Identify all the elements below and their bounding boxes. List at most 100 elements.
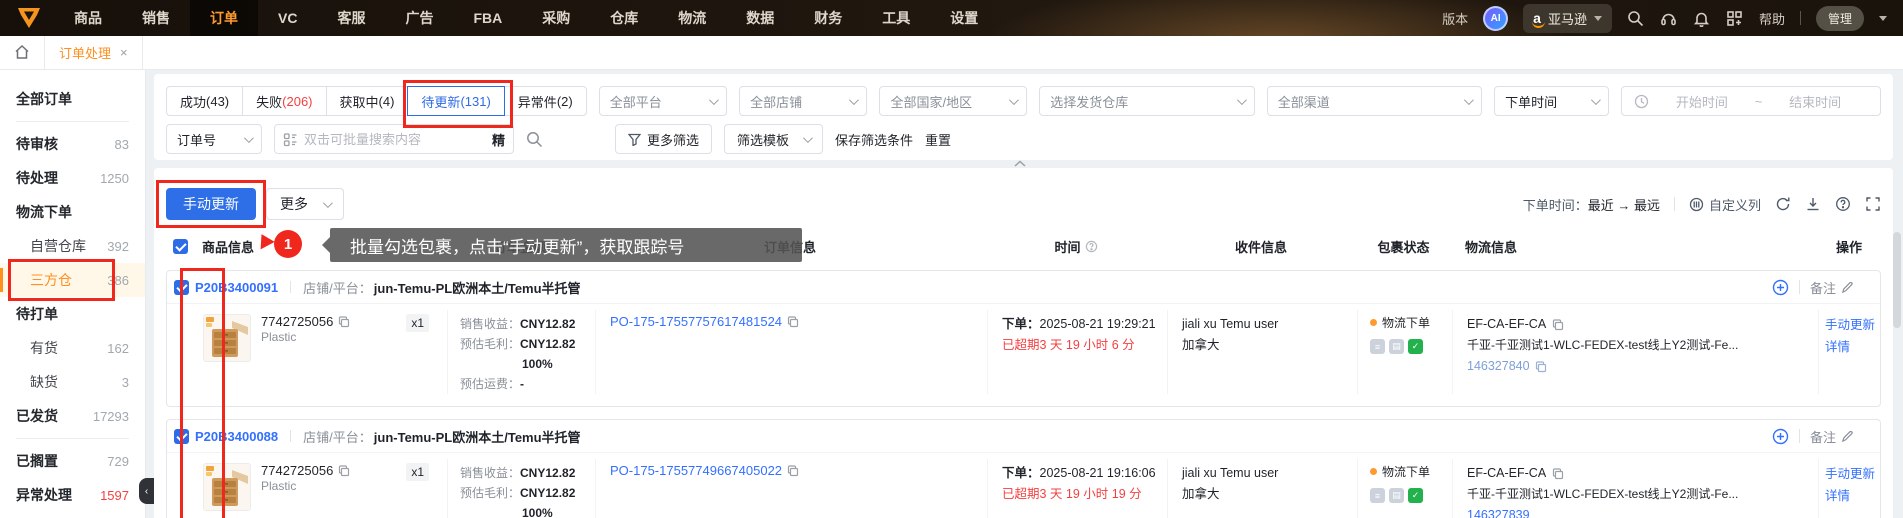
save-filter-link[interactable]: 保存筛选条件: [835, 130, 913, 149]
close-icon[interactable]: ×: [120, 45, 128, 60]
filter-template-button[interactable]: 筛选模板: [724, 124, 824, 154]
product-image[interactable]: [203, 463, 251, 511]
more-actions-button[interactable]: 更多: [266, 188, 344, 220]
sidebar-item-on-hold[interactable]: 已搁置 729: [16, 444, 129, 478]
copy-icon[interactable]: [787, 464, 799, 477]
label-doc-icon[interactable]: ▤: [1389, 339, 1404, 354]
end-date-field[interactable]: 结束时间: [1762, 92, 1868, 111]
store-select[interactable]: 全部店铺: [739, 86, 868, 116]
product-image[interactable]: [203, 314, 251, 362]
status-tab-success[interactable]: 成功 (43): [166, 86, 244, 116]
help-circle-icon[interactable]: [1835, 196, 1851, 212]
copy-icon[interactable]: [338, 315, 350, 328]
select-all-checkbox[interactable]: [172, 238, 188, 254]
menu-item-sales[interactable]: 销售: [122, 0, 190, 36]
menu-item-finance[interactable]: 财务: [794, 0, 862, 36]
plus-circle-icon[interactable]: [1772, 279, 1789, 296]
copy-icon[interactable]: [1552, 467, 1564, 480]
headset-icon[interactable]: [1660, 9, 1678, 27]
status-tab-failed[interactable]: 失败 (206): [242, 86, 327, 116]
question-circle-icon[interactable]: [1085, 240, 1098, 253]
home-tab-button[interactable]: [0, 35, 44, 69]
manual-update-button[interactable]: 手动更新: [156, 180, 266, 228]
note-button[interactable]: 备注: [1810, 427, 1854, 446]
copy-icon[interactable]: [1535, 360, 1547, 373]
batch-search-icon[interactable]: [283, 132, 298, 147]
marketplace-switcher[interactable]: a 亚马逊: [1523, 3, 1612, 33]
po-number-link[interactable]: PO-175-17557749667405022: [610, 463, 799, 478]
menu-item-ads[interactable]: 广告: [385, 0, 453, 36]
row-checkbox[interactable]: [173, 279, 189, 295]
copy-icon[interactable]: [787, 315, 799, 328]
tab-order-processing[interactable]: 订单处理 ×: [44, 35, 143, 69]
menu-item-logistics[interactable]: 物流: [658, 0, 726, 36]
version-link[interactable]: 版本: [1442, 9, 1468, 28]
time-type-select[interactable]: 下单时间: [1494, 86, 1609, 116]
tracking-number-link[interactable]: 146327839: [1467, 505, 1530, 518]
chevron-down-icon[interactable]: [1879, 15, 1887, 21]
brand-logo-icon[interactable]: [14, 3, 44, 33]
sidebar-item-in-stock[interactable]: 有货 162: [16, 331, 129, 365]
menu-item-data[interactable]: 数据: [726, 0, 794, 36]
detail-link[interactable]: 详情: [1825, 485, 1882, 507]
log-list-icon[interactable]: ≡: [1370, 488, 1385, 503]
sidebar-item-shipped[interactable]: 已发货 17293: [16, 399, 129, 433]
menu-item-warehouse[interactable]: 仓库: [590, 0, 658, 36]
manual-update-link[interactable]: 手动更新: [1825, 463, 1882, 485]
notification-bell-icon[interactable]: [1693, 9, 1711, 27]
status-tab-to-update[interactable]: 待更新 (131): [403, 80, 513, 128]
sidebar-group-to-print[interactable]: 待打单: [16, 297, 129, 331]
sidebar-item-third-party-warehouse[interactable]: 三方仓 386: [0, 259, 145, 301]
menu-item-products[interactable]: 商品: [54, 0, 122, 36]
more-filters-button[interactable]: 更多筛选: [615, 124, 713, 154]
ai-assistant-button[interactable]: AI: [1483, 5, 1509, 31]
label-doc-icon[interactable]: ▤: [1389, 488, 1404, 503]
manual-update-link[interactable]: 手动更新: [1825, 314, 1882, 336]
search-type-select[interactable]: 订单号: [166, 124, 262, 154]
order-id-link[interactable]: P20B3400091: [195, 280, 278, 295]
refresh-icon[interactable]: [1775, 196, 1791, 212]
custom-columns-button[interactable]: 自定义列: [1689, 195, 1761, 214]
menu-item-orders[interactable]: 订单: [190, 0, 258, 36]
help-link[interactable]: 帮助: [1759, 9, 1785, 28]
sidebar-group-logistics-order[interactable]: 物流下单: [16, 195, 129, 229]
exact-match-toggle[interactable]: 精: [492, 130, 505, 149]
apps-grid-icon[interactable]: [1726, 9, 1744, 27]
menu-item-purchase[interactable]: 采购: [522, 0, 590, 36]
admin-account-button[interactable]: 管理: [1815, 5, 1864, 31]
platform-select[interactable]: 全部平台: [598, 86, 728, 116]
detail-link[interactable]: 详情: [1825, 336, 1882, 358]
tracking-number-link[interactable]: 146327840: [1467, 356, 1547, 377]
po-number-link[interactable]: PO-175-17557757617481524: [610, 314, 799, 329]
sync-check-icon[interactable]: ✓: [1408, 339, 1423, 354]
search-submit-icon[interactable]: [526, 131, 543, 148]
start-date-field[interactable]: 开始时间: [1649, 92, 1755, 111]
copy-icon[interactable]: [1552, 318, 1564, 331]
menu-item-vc[interactable]: VC: [258, 0, 317, 36]
menu-item-settings[interactable]: 设置: [930, 0, 998, 36]
sort-order-indicator[interactable]: 下单时间：最近 → 最远: [1523, 195, 1660, 214]
menu-item-fba[interactable]: FBA: [453, 0, 522, 36]
warehouse-select[interactable]: 选择发货仓库: [1039, 86, 1255, 116]
search-input[interactable]: [304, 131, 486, 147]
log-list-icon[interactable]: ≡: [1370, 339, 1385, 354]
sync-check-icon[interactable]: ✓: [1408, 488, 1423, 503]
note-button[interactable]: 备注: [1810, 278, 1854, 297]
sidebar-item-own-warehouse[interactable]: 自营仓库 392: [16, 229, 129, 263]
sidebar-item-exception[interactable]: 异常处理 1597: [16, 478, 129, 512]
menu-item-tools[interactable]: 工具: [862, 0, 930, 36]
vertical-scrollbar[interactable]: [1893, 232, 1901, 512]
status-tab-fetching[interactable]: 获取中 (4): [325, 86, 409, 116]
sidebar-item-pending-review[interactable]: 待审核 83: [16, 127, 129, 161]
sidebar-item-all-orders[interactable]: 全部订单: [16, 82, 129, 116]
sidebar-item-pending-process[interactable]: 待处理 1250: [16, 161, 129, 195]
fullscreen-icon[interactable]: [1865, 196, 1881, 212]
sidebar-collapse-handle[interactable]: ‹: [139, 478, 154, 504]
copy-icon[interactable]: [338, 464, 350, 477]
order-id-link[interactable]: P20B3400088: [195, 429, 278, 444]
channel-select[interactable]: 全部渠道: [1266, 86, 1483, 116]
download-icon[interactable]: [1805, 196, 1821, 212]
sidebar-item-out-of-stock[interactable]: 缺货 3: [16, 365, 129, 399]
plus-circle-icon[interactable]: [1772, 428, 1789, 445]
date-range-picker[interactable]: 开始时间 ~ 结束时间: [1621, 86, 1881, 116]
